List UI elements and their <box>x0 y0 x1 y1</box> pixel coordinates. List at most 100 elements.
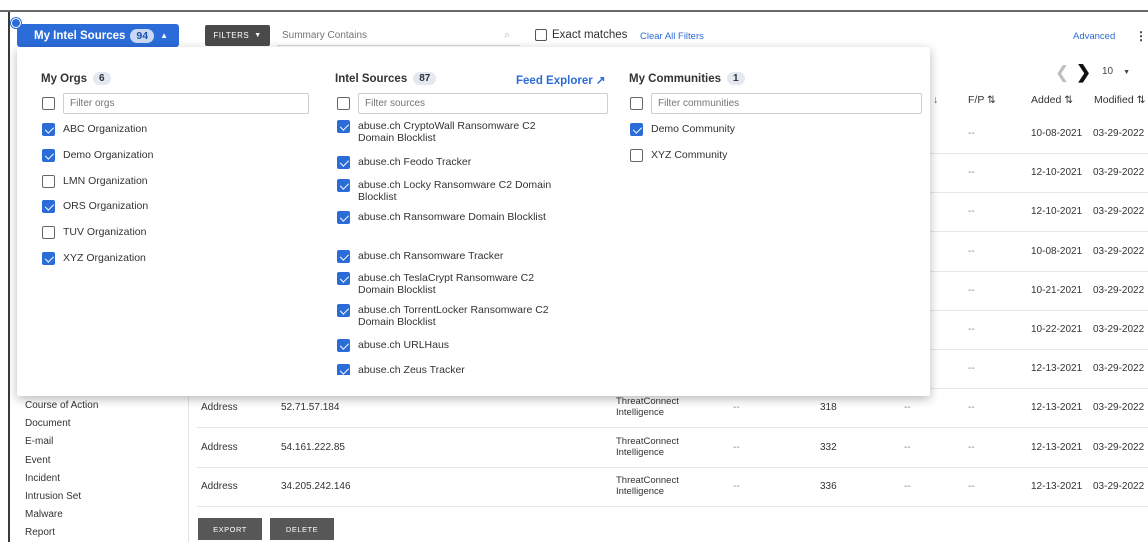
feed-explorer-link[interactable]: Feed Explorer ↗ <box>516 73 606 87</box>
clear-all-filters-link[interactable]: Clear All Filters <box>640 31 704 42</box>
community-item[interactable]: Demo Community <box>630 123 735 136</box>
org-label: XYZ Organization <box>63 252 146 264</box>
cell-summary: 34.205.242.146 <box>281 480 351 492</box>
cell-dash: -- <box>733 441 740 453</box>
intel-sources-count-badge: 94 <box>130 28 155 43</box>
org-item[interactable]: ABC Organization <box>42 123 147 136</box>
communities-filter-row <box>630 93 922 114</box>
sidebar-item[interactable]: Document <box>25 418 71 429</box>
top-border <box>0 0 1148 12</box>
sidebar-item[interactable]: Report <box>25 527 55 538</box>
org-checkbox[interactable] <box>42 252 55 265</box>
cell-modified: 03-29-2022 <box>1093 167 1145 179</box>
community-checkbox[interactable] <box>630 123 643 136</box>
source-item[interactable]: abuse.ch URLHaus <box>337 339 558 352</box>
cell-modified: 03-29-2022 <box>1093 324 1145 335</box>
org-checkbox[interactable] <box>42 175 55 188</box>
cell-dash: -- <box>904 402 911 414</box>
source-checkbox[interactable] <box>337 211 350 224</box>
delete-button[interactable]: DELETE <box>270 518 334 540</box>
cell-type: Address <box>201 480 238 492</box>
org-checkbox[interactable] <box>42 149 55 162</box>
cell-added: 12-13-2021 <box>1031 402 1083 414</box>
source-item[interactable]: abuse.ch CryptoWall Ransomware C2 Domain… <box>337 120 558 144</box>
org-checkbox[interactable] <box>42 200 55 213</box>
source-checkbox[interactable] <box>337 272 350 285</box>
table-row[interactable]: Address 54.161.222.85 ThreatConnect Intell… <box>197 429 1148 468</box>
filters-button[interactable]: FILTERS ▼ <box>205 25 270 46</box>
filter-orgs-input[interactable] <box>63 93 309 114</box>
sources-filter-row <box>337 93 608 114</box>
source-item[interactable]: abuse.ch TeslaCrypt Ransomware C2 Domain… <box>337 272 558 296</box>
org-checkbox[interactable] <box>42 123 55 136</box>
column-header-added[interactable]: Added ⇅ <box>1031 94 1073 106</box>
sidebar-item[interactable]: Event <box>25 455 51 466</box>
cell-dash: -- <box>904 441 911 453</box>
cell-added: 10-21-2021 <box>1031 284 1083 296</box>
sort-icon[interactable]: ↓ <box>933 94 938 106</box>
sidebar-item[interactable]: Course of Action <box>25 400 98 411</box>
cell-added: 12-13-2021 <box>1031 480 1083 492</box>
search-icon[interactable]: ⌕ <box>504 29 510 42</box>
more-options-icon[interactable]: ⋮ <box>1135 29 1147 43</box>
org-label: ORS Organization <box>63 200 149 212</box>
cell-added: 12-13-2021 <box>1031 363 1083 375</box>
source-item[interactable]: abuse.ch Feodo Tracker <box>337 156 558 169</box>
source-checkbox[interactable] <box>337 120 350 133</box>
cell-owner: ThreatConnect Intelligence <box>616 396 679 419</box>
source-item[interactable]: abuse.ch Ransomware Domain Blocklist <box>337 211 558 224</box>
source-item[interactable]: abuse.ch Ransomware Tracker <box>337 250 558 263</box>
cell-summary: 54.161.222.85 <box>281 441 345 453</box>
page-size-select[interactable]: 10 ▼ <box>1102 66 1130 77</box>
cell-dash: -- <box>733 480 740 492</box>
source-checkbox[interactable] <box>337 364 350 375</box>
sidebar-item[interactable]: Intrusion Set <box>25 491 81 502</box>
table-row[interactable]: Address 34.205.242.146 ThreatConnect Intel… <box>197 468 1148 507</box>
cell-modified: 03-29-2022 <box>1093 402 1145 414</box>
source-checkbox[interactable] <box>337 304 350 317</box>
source-label: abuse.ch CryptoWall Ransomware C2 Domain… <box>358 120 536 144</box>
source-item[interactable]: abuse.ch TorrentLocker Ransomware C2 Dom… <box>337 304 558 328</box>
source-checkbox[interactable] <box>337 156 350 169</box>
filter-sources-input[interactable] <box>358 93 608 114</box>
community-checkbox[interactable] <box>630 149 643 162</box>
chevron-down-icon: ▼ <box>1123 69 1131 76</box>
my-communities-count: 1 <box>727 72 745 85</box>
cell-added: 10-22-2021 <box>1031 324 1083 335</box>
source-checkbox[interactable] <box>337 339 350 352</box>
source-checkbox[interactable] <box>337 179 350 192</box>
next-page-icon[interactable]: ❯ <box>1076 62 1091 83</box>
sidebar-item[interactable]: Incident <box>25 473 60 484</box>
select-all-orgs-checkbox[interactable] <box>42 97 55 110</box>
filter-communities-input[interactable] <box>651 93 922 114</box>
select-all-sources-checkbox[interactable] <box>337 97 350 110</box>
source-item[interactable]: abuse.ch Zeus Tracker <box>337 364 558 375</box>
cell-added: 10-08-2021 <box>1031 128 1083 139</box>
org-item[interactable]: LMN Organization <box>42 175 148 188</box>
my-intel-sources-button[interactable]: My Intel Sources 94 ▲ <box>17 24 179 47</box>
sidebar-item[interactable]: E-mail <box>25 436 53 447</box>
org-label: Demo Organization <box>63 149 154 161</box>
cell-fp: -- <box>968 245 975 257</box>
org-item[interactable]: Demo Organization <box>42 149 153 162</box>
export-button[interactable]: EXPORT <box>198 518 262 540</box>
source-label: abuse.ch URLHaus <box>358 339 450 351</box>
advanced-link[interactable]: Advanced <box>1073 31 1115 42</box>
sidebar-item[interactable]: Malware <box>25 509 63 520</box>
select-all-communities-checkbox[interactable] <box>630 97 643 110</box>
org-label: LMN Organization <box>63 175 148 187</box>
previous-page-icon[interactable]: ❮ <box>1055 63 1069 83</box>
org-checkbox[interactable] <box>42 226 55 239</box>
org-item[interactable]: TUV Organization <box>42 226 146 239</box>
column-header-fp[interactable]: F/P ⇅ <box>968 94 996 106</box>
exact-matches-checkbox[interactable] <box>535 29 547 41</box>
source-item[interactable]: abuse.ch Locky Ransomware C2 Domain Bloc… <box>337 179 558 203</box>
cell-modified: 03-29-2022 <box>1093 363 1145 375</box>
cell-fp: -- <box>968 324 975 335</box>
community-item[interactable]: XYZ Community <box>630 149 727 162</box>
org-item[interactable]: ORS Organization <box>42 200 148 213</box>
column-header-modified[interactable]: Modified ⇅ <box>1094 94 1145 106</box>
summary-search-input[interactable] <box>277 26 520 46</box>
source-checkbox[interactable] <box>337 250 350 263</box>
org-item[interactable]: XYZ Organization <box>42 252 146 265</box>
